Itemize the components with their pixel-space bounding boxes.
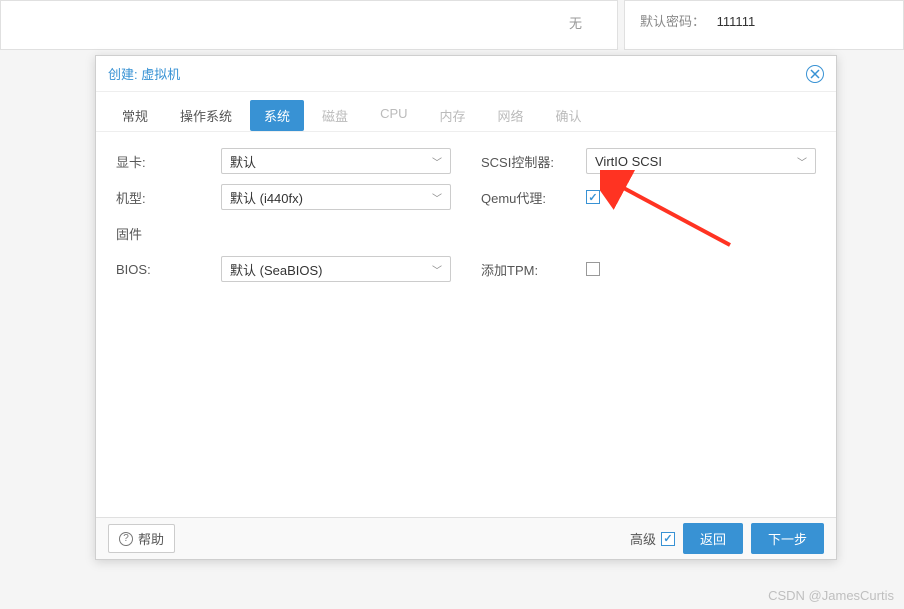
advanced-toggle[interactable]: 高级 ✓ [630,529,675,548]
tabs-bar: 常规 操作系统 系统 磁盘 CPU 内存 网络 确认 [96,92,836,132]
help-label: 帮助 [138,529,164,548]
tpm-checkbox[interactable] [586,262,600,276]
scsi-value: VirtIO SCSI [595,154,662,169]
tpm-row: 添加TPM: [481,256,816,282]
tab-network: 网络 [484,100,538,131]
tab-system[interactable]: 系统 [250,100,304,131]
qemu-label: Qemu代理: [481,188,586,207]
chevron-down-icon: ﹀ [432,262,442,277]
tab-disk: 磁盘 [308,100,362,131]
close-button[interactable] [806,65,824,83]
qemu-row: Qemu代理: ✓ [481,184,816,210]
chevron-down-icon: ﹀ [432,154,442,169]
create-vm-modal: 创建: 虚拟机 常规 操作系统 系统 磁盘 CPU 内存 网络 确认 显卡: 默… [95,55,837,560]
bg-left-text: 无 [569,16,582,31]
gpu-label: 显卡: [116,152,221,171]
bios-label: BIOS: [116,262,221,277]
help-button[interactable]: ? 帮助 [108,524,175,553]
gpu-row: 显卡: 默认 ﹀ [116,148,451,174]
gpu-value: 默认 [230,152,256,171]
modal-title: 创建: 虚拟机 [108,64,180,83]
machine-select[interactable]: 默认 (i440fx) ﹀ [221,184,451,210]
machine-label: 机型: [116,188,221,207]
scsi-label: SCSI控制器: [481,152,586,171]
bios-value: 默认 (SeaBIOS) [230,260,322,279]
watermark: CSDN @JamesCurtis [768,588,894,603]
qemu-checkbox[interactable]: ✓ [586,190,600,204]
advanced-checkbox[interactable]: ✓ [661,532,675,546]
bios-row: BIOS: 默认 (SeaBIOS) ﹀ [116,256,451,282]
machine-row: 机型: 默认 (i440fx) ﹀ [116,184,451,210]
chevron-down-icon: ﹀ [797,154,807,169]
scsi-row: SCSI控制器: VirtIO SCSI ﹀ [481,148,816,174]
tab-confirm: 确认 [542,100,596,131]
tab-memory: 内存 [426,100,480,131]
background-left-panel: 无 [0,0,618,50]
firmware-row: 固件 [116,220,451,246]
form-body: 显卡: 默认 ﹀ 机型: 默认 (i440fx) ﹀ 固件 BIOS: 默认 [96,132,836,517]
bios-select[interactable]: 默认 (SeaBIOS) ﹀ [221,256,451,282]
spacer-row [481,220,816,246]
password-value: 111111 [717,14,756,29]
close-icon [810,69,820,79]
modal-footer: ? 帮助 高级 ✓ 返回 下一步 [96,517,836,559]
advanced-label: 高级 [630,529,656,548]
chevron-down-icon: ﹀ [432,190,442,205]
help-icon: ? [119,532,133,546]
left-column: 显卡: 默认 ﹀ 机型: 默认 (i440fx) ﹀ 固件 BIOS: 默认 [116,148,451,501]
machine-value: 默认 (i440fx) [230,188,303,207]
background-right-panel: 默认密码： 111111 [624,0,904,50]
password-label: 默认密码： [640,14,705,29]
right-column: SCSI控制器: VirtIO SCSI ﹀ Qemu代理: ✓ 添加TPM: [481,148,816,501]
tpm-label: 添加TPM: [481,260,586,279]
firmware-label: 固件 [116,224,221,243]
tab-os[interactable]: 操作系统 [166,100,246,131]
next-button[interactable]: 下一步 [751,523,824,554]
tab-cpu: CPU [366,100,421,131]
modal-header: 创建: 虚拟机 [96,56,836,92]
back-button[interactable]: 返回 [683,523,743,554]
scsi-select[interactable]: VirtIO SCSI ﹀ [586,148,816,174]
tab-general[interactable]: 常规 [108,100,162,131]
gpu-select[interactable]: 默认 ﹀ [221,148,451,174]
